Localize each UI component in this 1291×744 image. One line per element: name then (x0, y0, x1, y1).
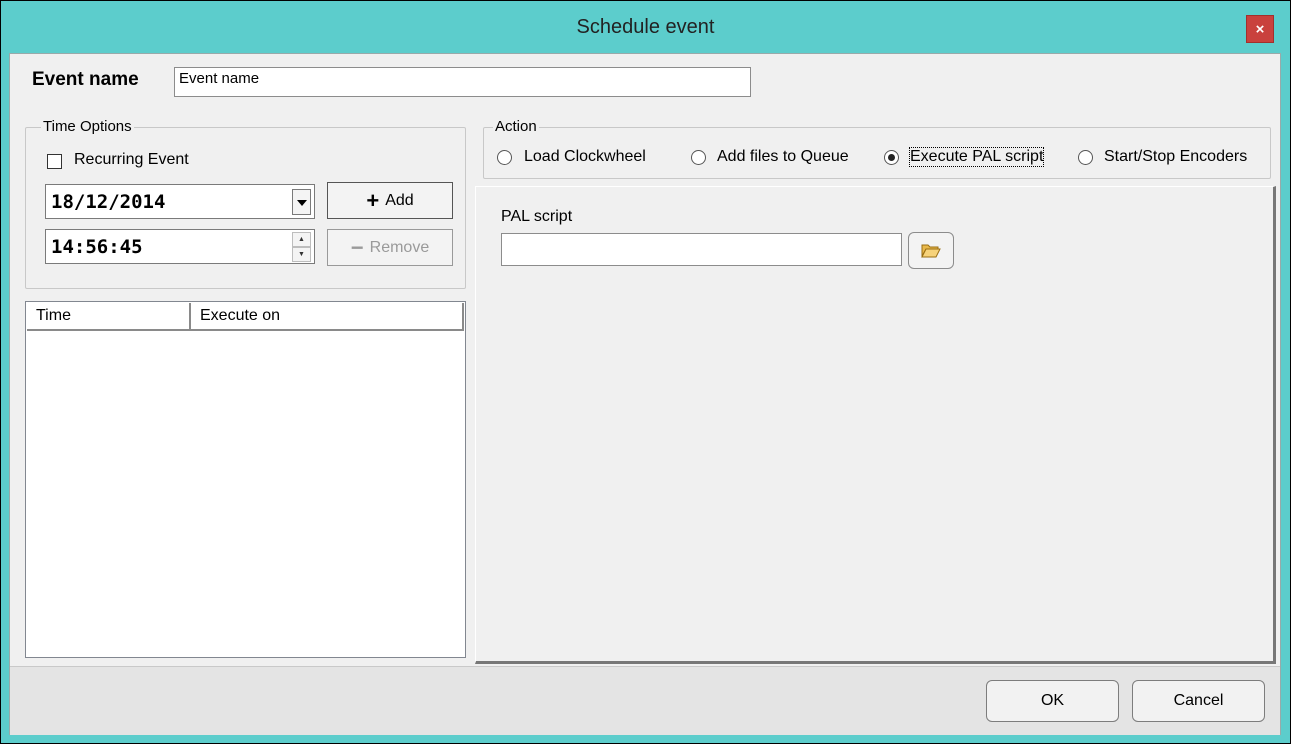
column-header-execute-on[interactable]: Execute on (191, 303, 464, 329)
column-header-time[interactable]: Time (27, 303, 191, 329)
pal-script-input[interactable] (501, 233, 902, 266)
radio-execute-pal-script[interactable] (884, 150, 899, 165)
remove-button[interactable]: − Remove (327, 229, 453, 266)
time-options-legend: Time Options (41, 118, 134, 135)
window-title: Schedule event (576, 16, 715, 38)
schedule-list-header: Time Execute on (27, 303, 464, 331)
title-bar[interactable]: Schedule event × (1, 1, 1290, 53)
event-name-label: Event name (32, 69, 139, 90)
minus-icon: − (350, 235, 364, 260)
schedule-list[interactable]: Time Execute on (25, 301, 466, 658)
radio-load-clockwheel[interactable] (497, 150, 512, 165)
date-value: 18/12/2014 (51, 191, 166, 213)
radio-add-files-to-queue[interactable] (691, 150, 706, 165)
add-button[interactable]: + Add (327, 182, 453, 219)
radio-start-stop-encoders-label: Start/Stop Encoders (1104, 148, 1248, 165)
close-button[interactable]: × (1246, 15, 1274, 43)
ok-button[interactable]: OK (986, 680, 1119, 722)
button-bar: OK Cancel (10, 666, 1280, 735)
radio-add-files-to-queue-label: Add files to Queue (717, 148, 849, 165)
folder-open-icon (921, 244, 941, 258)
radio-load-clockwheel-label: Load Clockwheel (524, 148, 646, 165)
cancel-button[interactable]: Cancel (1132, 680, 1265, 722)
time-spin-buttons: ▲ ▼ (292, 232, 311, 262)
recurring-event-label: Recurring Event (74, 151, 189, 168)
spin-up-icon[interactable]: ▲ (292, 232, 311, 247)
date-picker[interactable]: 18/12/2014 (45, 184, 315, 219)
chevron-down-icon[interactable] (292, 189, 311, 215)
plus-icon: + (366, 188, 380, 213)
recurring-event-checkbox[interactable] (47, 154, 62, 169)
action-legend: Action (493, 118, 539, 135)
pal-script-label: PAL script (501, 208, 573, 225)
spin-down-icon[interactable]: ▼ (292, 247, 311, 262)
dialog-client: Event name Event name Time Options Recur… (9, 53, 1281, 735)
event-name-input[interactable]: Event name (174, 67, 751, 97)
radio-execute-pal-script-label: Execute PAL script (908, 147, 1045, 167)
time-spinner[interactable]: 14:56:45 ▲ ▼ (45, 229, 315, 264)
pal-script-panel: PAL script (475, 186, 1276, 664)
browse-button[interactable] (908, 232, 954, 269)
time-value: 14:56:45 (51, 236, 143, 258)
remove-button-label: Remove (369, 239, 430, 256)
add-button-label: Add (385, 192, 414, 209)
dialog-window: Schedule event × Event name Event name T… (0, 0, 1291, 744)
radio-start-stop-encoders[interactable] (1078, 150, 1093, 165)
